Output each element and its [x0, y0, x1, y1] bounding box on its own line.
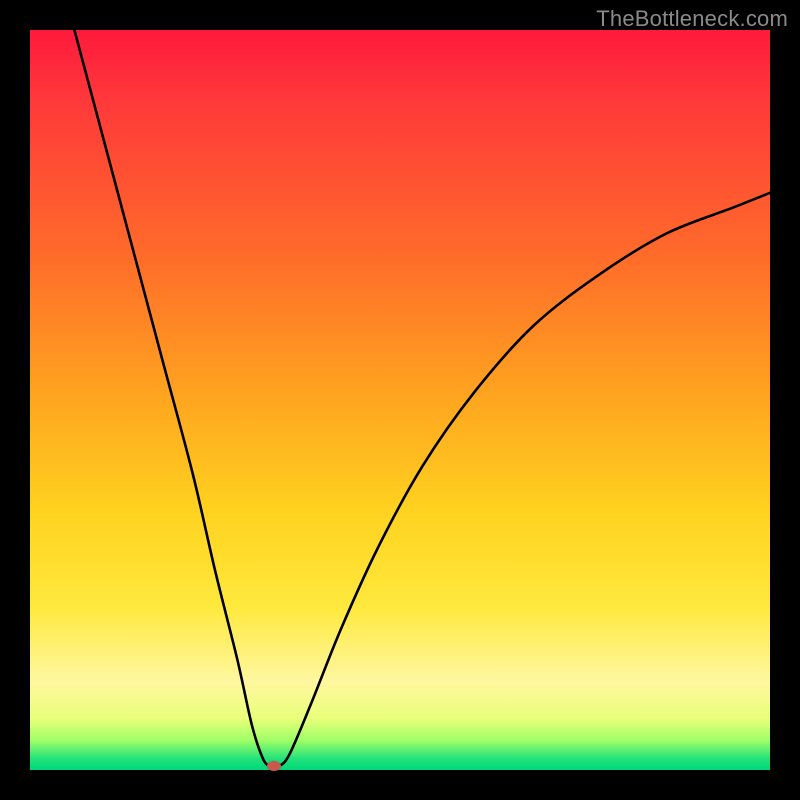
plot-area [30, 30, 770, 770]
watermark-text: TheBottleneck.com [596, 6, 788, 32]
curve-path [74, 30, 770, 767]
bottleneck-curve [30, 30, 770, 770]
chart-frame: TheBottleneck.com [0, 0, 800, 800]
